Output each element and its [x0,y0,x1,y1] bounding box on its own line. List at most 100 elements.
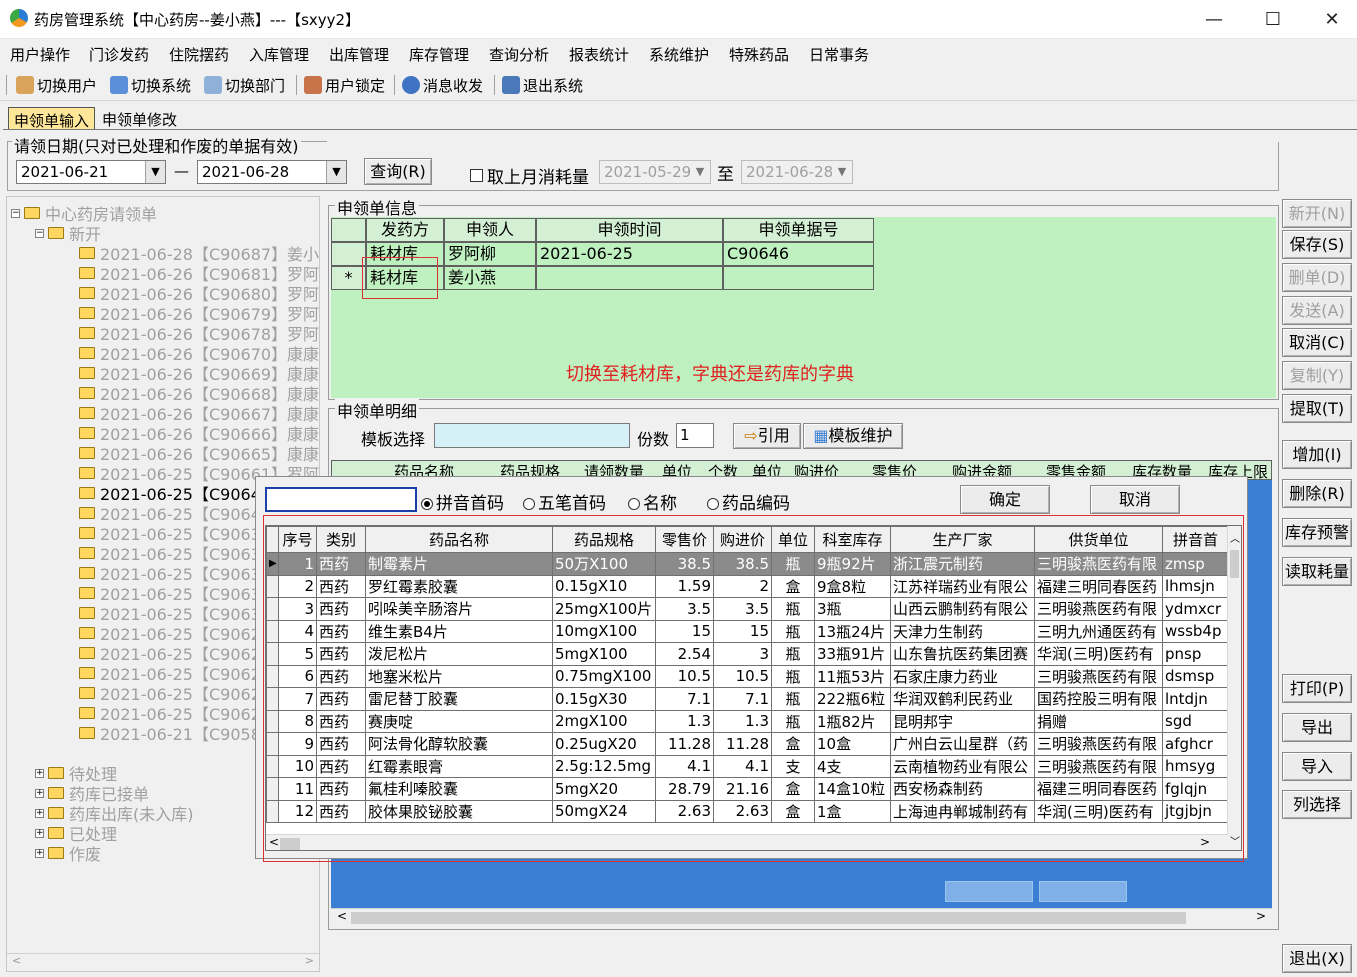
switch-system-icon [110,76,128,94]
maximize-button[interactable]: ☐ [1244,0,1302,39]
last-month-end-date[interactable]: 2021-06-28 ▼ [741,160,853,184]
menu-inventory[interactable]: 库存管理 [409,44,469,65]
expand-icon: + [35,827,44,838]
menu-query[interactable]: 查询分析 [489,44,549,65]
info-cell[interactable] [536,266,723,290]
folder-icon [79,247,95,259]
collapse-icon: − [35,227,44,238]
menu-outpatient[interactable]: 门诊发药 [89,44,149,65]
template-input[interactable] [434,423,630,448]
info-header-applicant: 申领人 [444,218,536,242]
exit-button[interactable]: 退出(X) [1282,944,1352,973]
folder-icon [79,467,95,479]
folder-icon [79,507,95,519]
export-button[interactable]: 导出 [1282,713,1352,742]
stock-warning-button[interactable]: 库存预警 [1282,518,1352,547]
switch-user-button[interactable]: 切换用户 [16,73,97,97]
last-month-checkbox[interactable]: 取上月消耗量 [470,163,589,188]
radio-wubi[interactable]: 五笔首码 [523,489,606,514]
print-button[interactable]: 打印(P) [1282,674,1352,703]
collapse-icon: − [11,207,20,218]
radio-drug-code[interactable]: 药品编码 [707,489,790,514]
import-button[interactable]: 导入 [1282,752,1352,781]
folder-icon [79,367,95,379]
template-maintain-button[interactable]: ▦模板维护 [803,423,903,449]
menu-reports[interactable]: 报表统计 [569,44,629,65]
close-button[interactable]: ✕ [1303,0,1357,39]
folder-icon [79,727,95,739]
tab-requisition-input[interactable]: 申领单输入 [8,107,96,130]
tree-horizontal-scrollbar[interactable]: < > [7,953,319,971]
radio-pinyin[interactable]: 拼音首码 [421,489,504,514]
switch-system-button[interactable]: 切换系统 [110,73,191,97]
add-button[interactable]: 增加(I) [1282,440,1352,469]
end-date-picker[interactable]: 2021-06-28 ▼ [197,160,347,184]
app-logo-icon [10,9,28,27]
radio-selected-icon [421,498,433,510]
lookup-ok-button[interactable]: 确定 [960,485,1050,514]
lookup-search-input[interactable] [265,487,417,512]
query-button[interactable]: 查询(R) [364,158,432,185]
toolbar: 切换用户 切换系统 切换部门 用户锁定 消息收发 退出系统 [0,69,1357,101]
exit-system-button[interactable]: 退出系统 [502,73,583,97]
info-cell[interactable]: C90646 [723,242,874,266]
cancel-button[interactable]: 取消(C) [1282,328,1352,357]
minimize-button[interactable]: — [1185,0,1243,39]
extract-button[interactable]: 提取(T) [1282,394,1352,423]
copies-input[interactable]: 1 [676,423,714,448]
detail-grid-footer [331,878,1272,905]
info-cell[interactable]: 姜小燕 [444,266,536,290]
folder-icon [79,587,95,599]
folder-icon [48,827,64,839]
delete-doc-button[interactable]: 删单(D) [1282,263,1352,292]
menu-stock-in[interactable]: 入库管理 [249,44,309,65]
expand-icon: + [35,807,44,818]
reference-button[interactable]: ⇨引用 [733,423,801,449]
radio-name[interactable]: 名称 [628,489,677,514]
copy-button[interactable]: 复制(Y) [1282,361,1352,390]
folder-icon [79,567,95,579]
lookup-cancel-button[interactable]: 取消 [1090,485,1180,514]
info-cell[interactable] [723,266,874,290]
menu-user[interactable]: 用户操作 [10,44,70,65]
tree-item-requisition[interactable]: 2021-06-21【C9058 [79,721,261,745]
folder-icon [48,807,64,819]
start-date-picker[interactable]: 2021-06-21 ▼ [16,160,166,184]
folder-icon [79,707,95,719]
save-button[interactable]: 保存(S) [1282,230,1352,259]
menu-stock-out[interactable]: 出库管理 [329,44,389,65]
tab-requisition-edit[interactable]: 申领单修改 [97,107,183,130]
messages-button[interactable]: 消息收发 [402,73,483,97]
chevron-down-icon: ▼ [690,161,710,183]
menu-daily[interactable]: 日常事务 [809,44,869,65]
title-bar: 药房管理系统【中心药房--姜小燕】---【sxyy2】 — ☐ ✕ [0,0,1357,39]
menu-system[interactable]: 系统维护 [649,44,709,65]
folder-icon [79,647,95,659]
menu-inpatient[interactable]: 住院摆药 [169,44,229,65]
folder-icon [79,387,95,399]
folder-icon [48,787,64,799]
menu-special-drugs[interactable]: 特殊药品 [729,44,789,65]
info-header-time: 申领时间 [536,218,723,242]
info-cell[interactable]: 2021-06-25 [536,242,723,266]
detail-horizontal-scrollbar[interactable]: < > [331,908,1272,926]
read-consumption-button[interactable]: 读取耗量 [1282,557,1352,586]
folder-icon [48,767,64,779]
lock-user-button[interactable]: 用户锁定 [304,73,385,97]
tree-node-status[interactable]: + 作废 [35,841,101,865]
info-cell[interactable]: 罗阿柳 [444,242,536,266]
remove-button[interactable]: 删除(R) [1282,479,1352,508]
scroll-thumb[interactable] [351,912,1186,924]
window-title: 药房管理系统【中心药房--姜小燕】---【sxyy2】 [34,11,361,29]
send-button[interactable]: 发送(A) [1282,296,1352,325]
switch-department-button[interactable]: 切换部门 [204,73,285,97]
folder-icon [79,327,95,339]
detail-group-legend: 申领单明细 [335,398,420,422]
new-row-marker: * [331,266,366,290]
folder-icon [79,307,95,319]
folder-icon [79,667,95,679]
new-button[interactable]: 新开(N) [1282,199,1352,228]
last-month-start-date[interactable]: 2021-05-29 ▼ [599,160,711,184]
column-select-button[interactable]: 列选择 [1282,790,1352,819]
chevron-down-icon: ▼ [326,161,346,183]
